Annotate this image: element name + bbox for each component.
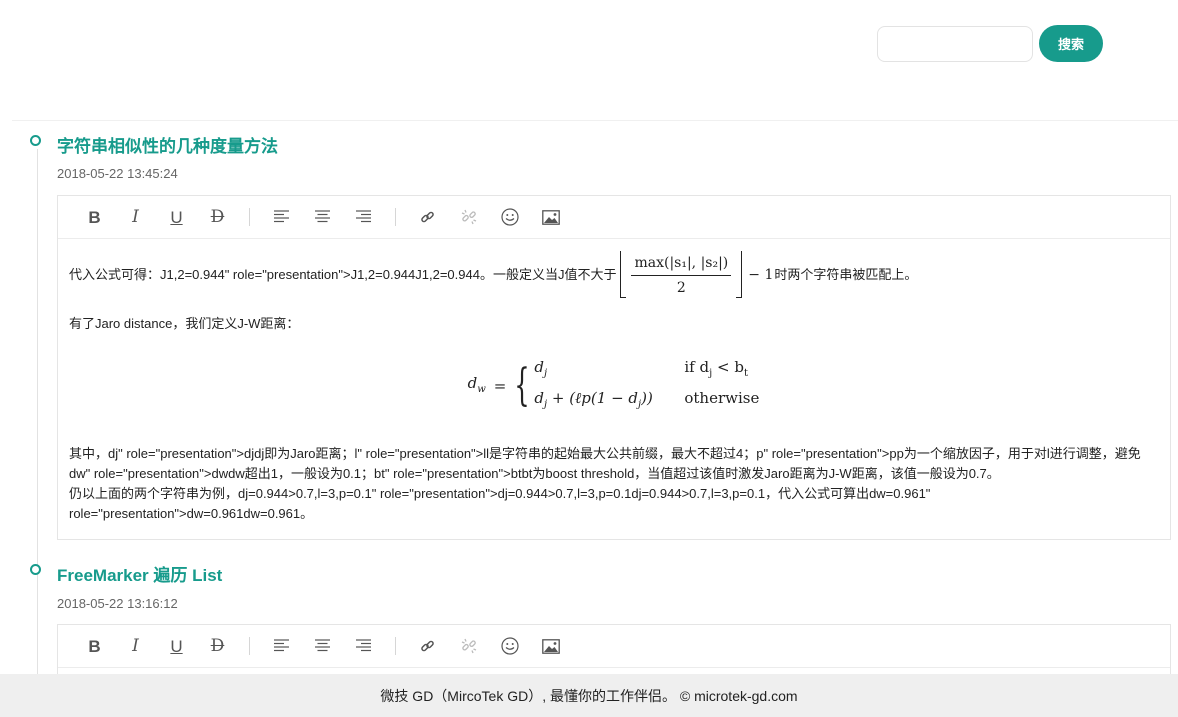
paragraph-text: 时两个字符串被匹配上。 [774, 266, 918, 282]
smiley-icon [500, 208, 519, 226]
smiley-icon [500, 637, 519, 655]
align-center-icon [315, 210, 330, 223]
align-left-button[interactable] [261, 202, 302, 232]
page-footer: 微技 GD（MircoTek GD）, 最懂你的工作伴侣。 © microtek… [0, 674, 1178, 717]
unlink-icon [461, 638, 476, 654]
align-right-icon [356, 210, 371, 223]
unlink-button[interactable] [448, 202, 489, 232]
display-equation: dw = { dj if dj < bt dj + (ℓp(1 − dj)) o… [69, 356, 1158, 416]
post-date: 2018-05-22 13:16:12 [57, 596, 178, 611]
toolbar-divider [395, 208, 396, 226]
emoji-button[interactable] [489, 631, 530, 661]
equation-lhs: dw [467, 373, 486, 395]
italic-button[interactable]: I [115, 631, 156, 661]
strikethrough-icon: D [210, 635, 225, 656]
floor-expression: max(|s₁|, |s₂|) 2 [620, 251, 743, 298]
timeline-dot [30, 564, 41, 575]
link-button[interactable] [407, 631, 448, 661]
editor-toolbar: B I U D [58, 625, 1170, 668]
paragraph: 其中，dj" role="presentation">djdj即为Jaro距离；… [69, 446, 1141, 481]
search-input[interactable] [877, 25, 1033, 62]
cases-grid: dj if dj < bt dj + (ℓp(1 − dj)) otherwis… [534, 356, 759, 416]
unlink-icon [461, 209, 476, 225]
post-title[interactable]: 字符串相似性的几种度量方法 [57, 132, 278, 157]
left-brace: { [514, 360, 531, 411]
image-icon [541, 209, 560, 225]
align-right-button[interactable] [343, 202, 384, 232]
underline-icon: U [170, 207, 183, 227]
underline-button[interactable]: U [156, 202, 197, 232]
image-button[interactable] [530, 202, 571, 232]
search-button[interactable]: 搜索 [1039, 25, 1103, 62]
piecewise-definition: dw = { dj if dj < bt dj + (ℓp(1 − dj)) o… [468, 356, 760, 416]
bold-icon: B [88, 636, 101, 656]
editor-content[interactable]: 代入公式可得：J1,2=0.944" role="presentation">J… [58, 239, 1170, 538]
math-term: − 1 [748, 266, 774, 283]
unlink-button[interactable] [448, 631, 489, 661]
link-button[interactable] [407, 202, 448, 232]
italic-button[interactable]: I [115, 202, 156, 232]
strikethrough-button[interactable]: D [197, 202, 238, 232]
case-1-condition: if dj < bt [684, 358, 748, 379]
italic-icon: I [132, 635, 139, 656]
editor-toolbar: B I U D [58, 196, 1170, 239]
case-1-value: dj [534, 358, 548, 379]
paragraph-text: 代入公式可得：J1,2=0.944" role="presentation">J… [69, 266, 617, 282]
align-center-icon [315, 639, 330, 652]
timeline-line [37, 149, 38, 674]
timeline-dot [30, 135, 41, 146]
align-right-icon [356, 639, 371, 652]
fraction-numerator: max(|s₁|, |s₂|) [631, 253, 732, 276]
toolbar-divider [395, 637, 396, 655]
link-icon [421, 211, 434, 222]
header-divider [12, 120, 1178, 121]
align-left-button[interactable] [261, 631, 302, 661]
fraction-denominator: 2 [676, 280, 686, 296]
paragraph-jaro-formula: 代入公式可得：J1,2=0.944" role="presentation">J… [69, 251, 1158, 298]
underline-button[interactable]: U [156, 631, 197, 661]
strikethrough-button[interactable]: D [197, 631, 238, 661]
italic-icon: I [132, 206, 139, 227]
toolbar-divider [249, 637, 250, 655]
bold-button[interactable]: B [74, 631, 115, 661]
paragraph: 仍以上面的两个字符串为例，dj=0.944>0.7,l=3,p=0.1" rol… [69, 486, 931, 521]
bold-icon: B [88, 207, 101, 227]
image-button[interactable] [530, 631, 571, 661]
footer-text: 微技 GD（MircoTek GD）, 最懂你的工作伴侣。 © microtek… [380, 687, 798, 704]
align-left-icon [274, 639, 289, 652]
toolbar-divider [249, 208, 250, 226]
align-left-icon [274, 210, 289, 223]
post-title[interactable]: FreeMarker 遍历 List [57, 561, 222, 586]
paragraph: 有了Jaro distance，我们定义J-W距离： [69, 316, 300, 331]
floor-bracket-right [736, 251, 743, 298]
case-2-condition: otherwise [684, 389, 760, 407]
bold-button[interactable]: B [74, 202, 115, 232]
post-date: 2018-05-22 13:45:24 [57, 166, 178, 181]
align-right-button[interactable] [343, 631, 384, 661]
link-icon [421, 640, 434, 651]
image-icon [541, 638, 560, 654]
fraction: max(|s₁|, |s₂|) 2 [626, 251, 736, 298]
case-2-value: dj + (ℓp(1 − dj)) [534, 389, 653, 410]
align-center-button[interactable] [302, 202, 343, 232]
search-area: 搜索 [877, 25, 1103, 62]
equals-sign: = [493, 377, 507, 395]
strikethrough-icon: D [210, 206, 225, 227]
underline-icon: U [170, 636, 183, 656]
align-center-button[interactable] [302, 631, 343, 661]
rich-text-editor: B I U D [57, 195, 1171, 540]
emoji-button[interactable] [489, 202, 530, 232]
